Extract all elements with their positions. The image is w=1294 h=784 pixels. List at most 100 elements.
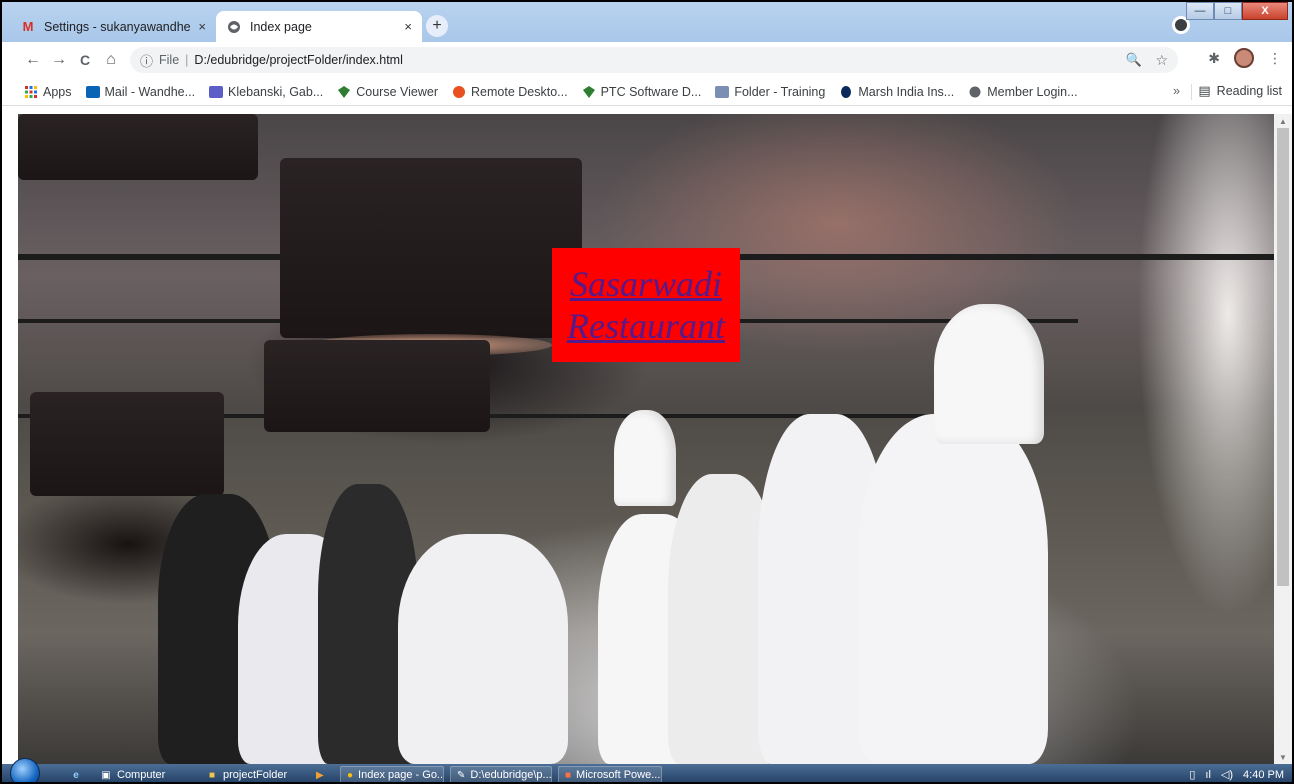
hanging-lamp [264, 340, 490, 432]
battery-icon[interactable]: ▯ [1189, 768, 1195, 781]
bookmark-course-viewer[interactable]: Course Viewer [337, 85, 438, 99]
taskbar-label: Computer [117, 769, 166, 781]
url-separator: | [185, 53, 189, 67]
folder-icon: ■ [208, 769, 216, 781]
marsh-icon [839, 85, 853, 99]
media-player-icon[interactable]: ▶ [310, 766, 334, 782]
bookmarks-bar: Apps Mail - Wandhe... Klebanski, Gab... … [2, 78, 1292, 106]
address-bar[interactable]: ⓘ File | D:/edubridge/projectFolder/inde… [130, 47, 1178, 73]
tab-title: Index page [250, 19, 312, 34]
start-button[interactable] [10, 758, 40, 782]
ptc-icon [582, 85, 596, 99]
reading-list-button[interactable]: ▤ Reading list [1198, 83, 1282, 99]
scroll-up-icon[interactable]: ▲ [1274, 114, 1292, 128]
close-tab-icon[interactable]: × [404, 19, 412, 34]
divider [1191, 84, 1192, 100]
tab-title: Settings - sukanyawandhe [44, 19, 191, 34]
taskbar-project-folder[interactable]: ■ projectFolder [200, 766, 300, 782]
bookmark-apps[interactable]: Apps [24, 85, 72, 99]
bookmark-folder-training[interactable]: Folder - Training [715, 85, 825, 99]
tab-settings[interactable]: M Settings - sukanyawandhe × [10, 11, 216, 42]
bookmarks-overflow-icon[interactable]: » [1173, 84, 1180, 98]
bookmark-label: PTC Software D... [600, 84, 702, 99]
bookmark-mail[interactable]: Mail - Wandhe... [85, 84, 196, 99]
bookmark-label: Mail - Wandhe... [104, 84, 196, 99]
course-icon [337, 85, 351, 99]
close-tab-icon[interactable]: × [198, 19, 206, 34]
taskbar-label: Index page - Go... [358, 769, 444, 781]
url-scheme: File [159, 53, 180, 67]
apps-grid-icon [24, 85, 38, 99]
reading-list-icon: ▤ [1198, 83, 1211, 98]
minimize-button[interactable]: — [1186, 2, 1214, 20]
page-background-image: Sasarwadi Restaurant [18, 114, 1274, 764]
system-tray: ▯ ıl ◁) 4:40 PM [1189, 768, 1284, 782]
bookmark-remote-desktop[interactable]: Remote Deskto... [452, 85, 568, 99]
tab-index-page[interactable]: Index page × [216, 11, 422, 42]
outlook-icon [85, 85, 100, 99]
bookmark-ptc[interactable]: PTC Software D... [582, 84, 702, 99]
volume-icon[interactable]: ◁) [1221, 768, 1233, 781]
hanging-lamp [18, 114, 258, 180]
chef-hat [614, 410, 676, 506]
globe-icon [968, 85, 982, 99]
remote-desktop-icon [452, 85, 466, 99]
person-figure [858, 414, 1048, 764]
hanging-lamp [280, 158, 582, 356]
restaurant-title-box: Sasarwadi Restaurant [552, 248, 740, 362]
screen: M Settings - sukanyawandhe × Index page … [0, 0, 1294, 784]
bookmark-star-icon[interactable]: ☆ [1155, 52, 1168, 69]
menu-icon[interactable]: ⋮ [1268, 50, 1282, 67]
windows-taskbar: e ▣ Computer ■ projectFolder ▶ ● Index p… [2, 758, 1292, 782]
reading-list-label: Reading list [1216, 84, 1282, 98]
extensions-icon[interactable]: ✱ [1208, 50, 1220, 67]
taskbar-notepad[interactable]: ✎ D:\edubridge\p... [450, 766, 552, 782]
notepad-icon: ✎ [457, 769, 466, 781]
teams-icon [209, 85, 224, 99]
browser-toolbar: ← → C ⌂ ⓘ File | D:/edubridge/projectFol… [2, 42, 1292, 78]
gmail-icon: M [22, 19, 34, 34]
close-window-button[interactable]: X [1242, 2, 1288, 20]
scroll-down-icon[interactable]: ▼ [1274, 750, 1292, 764]
bookmark-label: Course Viewer [356, 84, 439, 99]
restaurant-title-link[interactable]: Sasarwadi Restaurant [567, 263, 725, 347]
maximize-button[interactable]: □ [1214, 2, 1242, 20]
folder-icon [715, 85, 730, 99]
taskbar-label: Microsoft Powe... [576, 769, 661, 781]
chrome-icon: ● [347, 769, 354, 781]
bookmark-marsh[interactable]: Marsh India Ins... [839, 85, 954, 99]
bookmark-label: Marsh India Ins... [858, 84, 955, 99]
taskbar-powerpoint[interactable]: ■ Microsoft Powe... [558, 766, 662, 782]
taskbar-index-page[interactable]: ● Index page - Go... [340, 766, 444, 782]
taskbar-computer[interactable]: ▣ Computer [94, 766, 194, 782]
back-button[interactable]: ← [20, 47, 46, 73]
info-icon[interactable]: ⓘ [140, 51, 153, 70]
network-icon[interactable]: ıl [1205, 769, 1211, 781]
clock[interactable]: 4:40 PM [1243, 769, 1284, 781]
url-text[interactable]: D:/edubridge/projectFolder/index.html [194, 53, 402, 67]
ie-icon[interactable]: e [64, 766, 93, 782]
scrollbar-thumb[interactable] [1277, 128, 1289, 586]
bookmark-teams[interactable]: Klebanski, Gab... [209, 85, 323, 99]
computer-icon: ▣ [101, 769, 111, 781]
restaurant-scene-illustration [18, 114, 1274, 764]
taskbar-label: projectFolder [223, 769, 288, 781]
reload-button[interactable]: C [72, 47, 98, 73]
zoom-icon[interactable]: 🔍 [1126, 52, 1142, 68]
forward-button[interactable]: → [46, 47, 72, 73]
home-button[interactable]: ⌂ [98, 47, 124, 73]
window-controls: — □ X [1186, 2, 1288, 20]
bookmark-label: Apps [43, 84, 72, 99]
bookmark-label: Folder - Training [734, 84, 826, 99]
globe-icon [226, 19, 242, 35]
bookmark-member-login[interactable]: Member Login... [968, 84, 1078, 99]
new-tab-button[interactable]: + [426, 15, 448, 37]
chef-hat [934, 304, 1044, 444]
vertical-scrollbar[interactable]: ▲ ▼ [1274, 114, 1292, 764]
person-figure [398, 534, 568, 764]
bookmark-label: Member Login... [987, 84, 1078, 99]
powerpoint-icon: ■ [565, 769, 572, 781]
avatar[interactable] [1234, 48, 1254, 68]
bookmark-label: Klebanski, Gab... [228, 84, 324, 99]
title-line-2: Restaurant [567, 306, 725, 346]
